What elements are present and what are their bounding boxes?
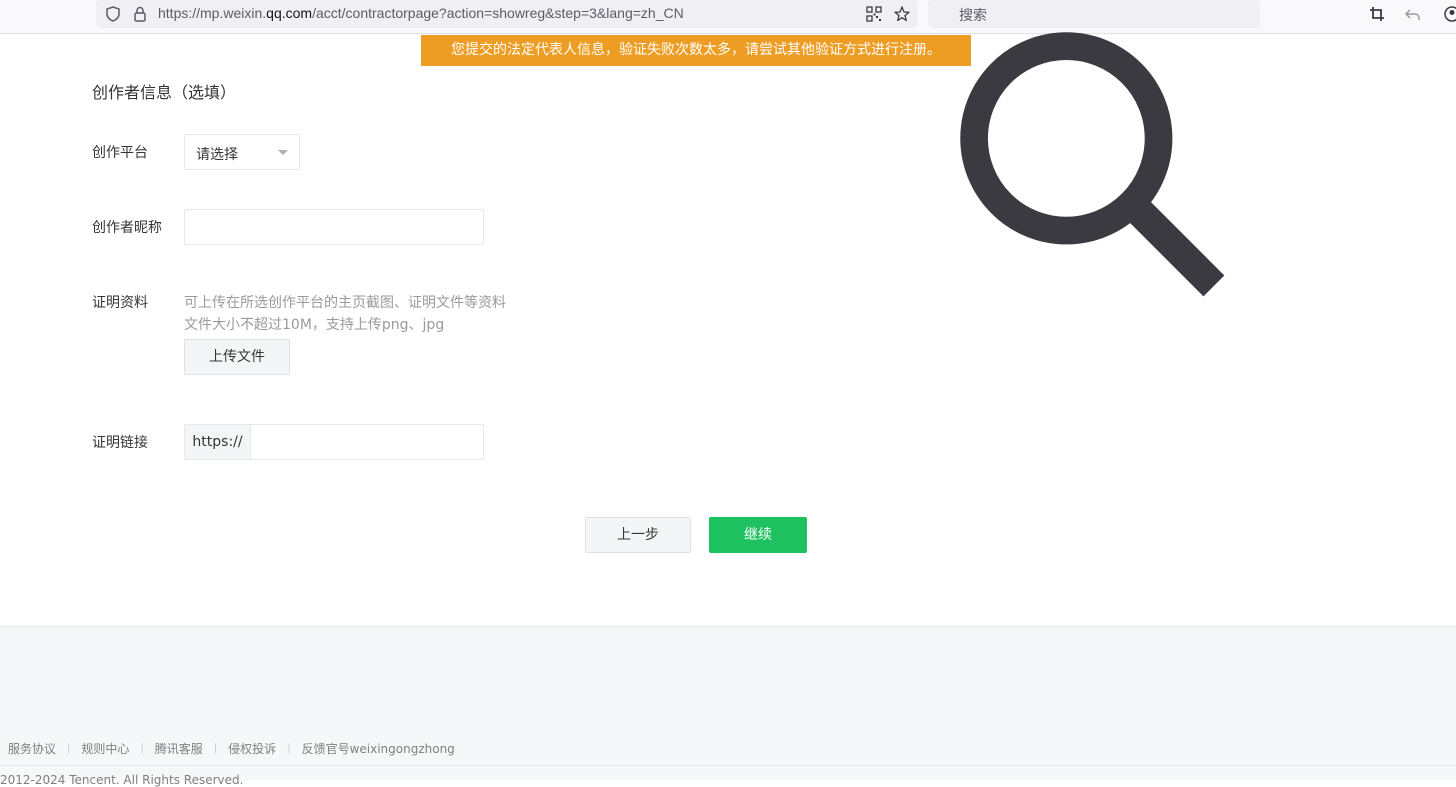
search-icon [960, 32, 1225, 297]
nickname-label: 创作者昵称 [92, 220, 162, 236]
url-bar[interactable]: https://mp.weixin.qq.com/acct/contractor… [96, 0, 918, 28]
footer-separator: | [67, 743, 71, 754]
platform-select[interactable]: 请选择 [184, 134, 300, 170]
proof-hint-line2: 文件大小不超过10M，支持上传png、jpg [184, 317, 445, 333]
browser-toolbar: https://mp.weixin.qq.com/acct/contractor… [0, 0, 1456, 297]
lock-icon[interactable] [131, 5, 149, 23]
footer: 服务协议 | 规则中心 | 腾讯客服 | 侵权投诉 | 反馈官号weixingo… [0, 626, 1456, 787]
link-label: 证明链接 [92, 435, 148, 451]
error-alert-banner: 您提交的法定代表人信息，验证失败次数太多，请尝试其他验证方式进行注册。 [421, 35, 971, 66]
platform-label: 创作平台 [92, 145, 148, 161]
crop-icon[interactable] [1368, 5, 1386, 23]
footer-separator: | [287, 743, 291, 754]
bookmark-star-icon[interactable] [893, 5, 911, 23]
account-icon[interactable] [1443, 5, 1456, 23]
search-bar[interactable]: 搜索 [928, 0, 1260, 297]
url-prefix: https:// [185, 425, 251, 459]
nickname-input[interactable] [184, 209, 484, 245]
previous-step-button[interactable]: 上一步 [585, 517, 691, 553]
url-text[interactable]: https://mp.weixin.qq.com/acct/contractor… [158, 5, 684, 21]
footer-separator: | [140, 743, 144, 754]
platform-select-value: 请选择 [196, 147, 238, 163]
footer-link-service-agreement[interactable]: 服务协议 [8, 740, 56, 757]
proof-hint-line1: 可上传在所选创作平台的主页截图、证明文件等资料 [184, 295, 506, 311]
section-title: 创作者信息（选填） [92, 83, 237, 102]
qr-code-icon[interactable] [865, 5, 883, 23]
undo-icon[interactable] [1404, 5, 1422, 23]
footer-separator: | [213, 743, 218, 754]
footer-links: 服务协议 | 规则中心 | 腾讯客服 | 侵权投诉 | 反馈官号weixingo… [8, 740, 455, 757]
continue-button[interactable]: 继续 [709, 517, 807, 553]
copyright: 2012-2024 Tencent. All Rights Reserved. [0, 773, 244, 787]
footer-link-feedback[interactable]: 反馈官号weixingongzhong [302, 740, 455, 757]
proof-link-field[interactable]: https:// [184, 424, 484, 460]
footer-link-rules-center[interactable]: 规则中心 [81, 740, 129, 757]
upload-file-button[interactable]: 上传文件 [184, 339, 290, 375]
proof-label: 证明资料 [92, 295, 148, 311]
footer-link-infringement[interactable]: 侵权投诉 [228, 740, 276, 757]
shield-icon[interactable] [104, 5, 122, 23]
footer-link-tencent-support[interactable]: 腾讯客服 [155, 740, 203, 757]
footer-divider [0, 765, 1456, 766]
chevron-down-icon [278, 150, 288, 155]
search-input[interactable]: 搜索 [959, 5, 987, 25]
